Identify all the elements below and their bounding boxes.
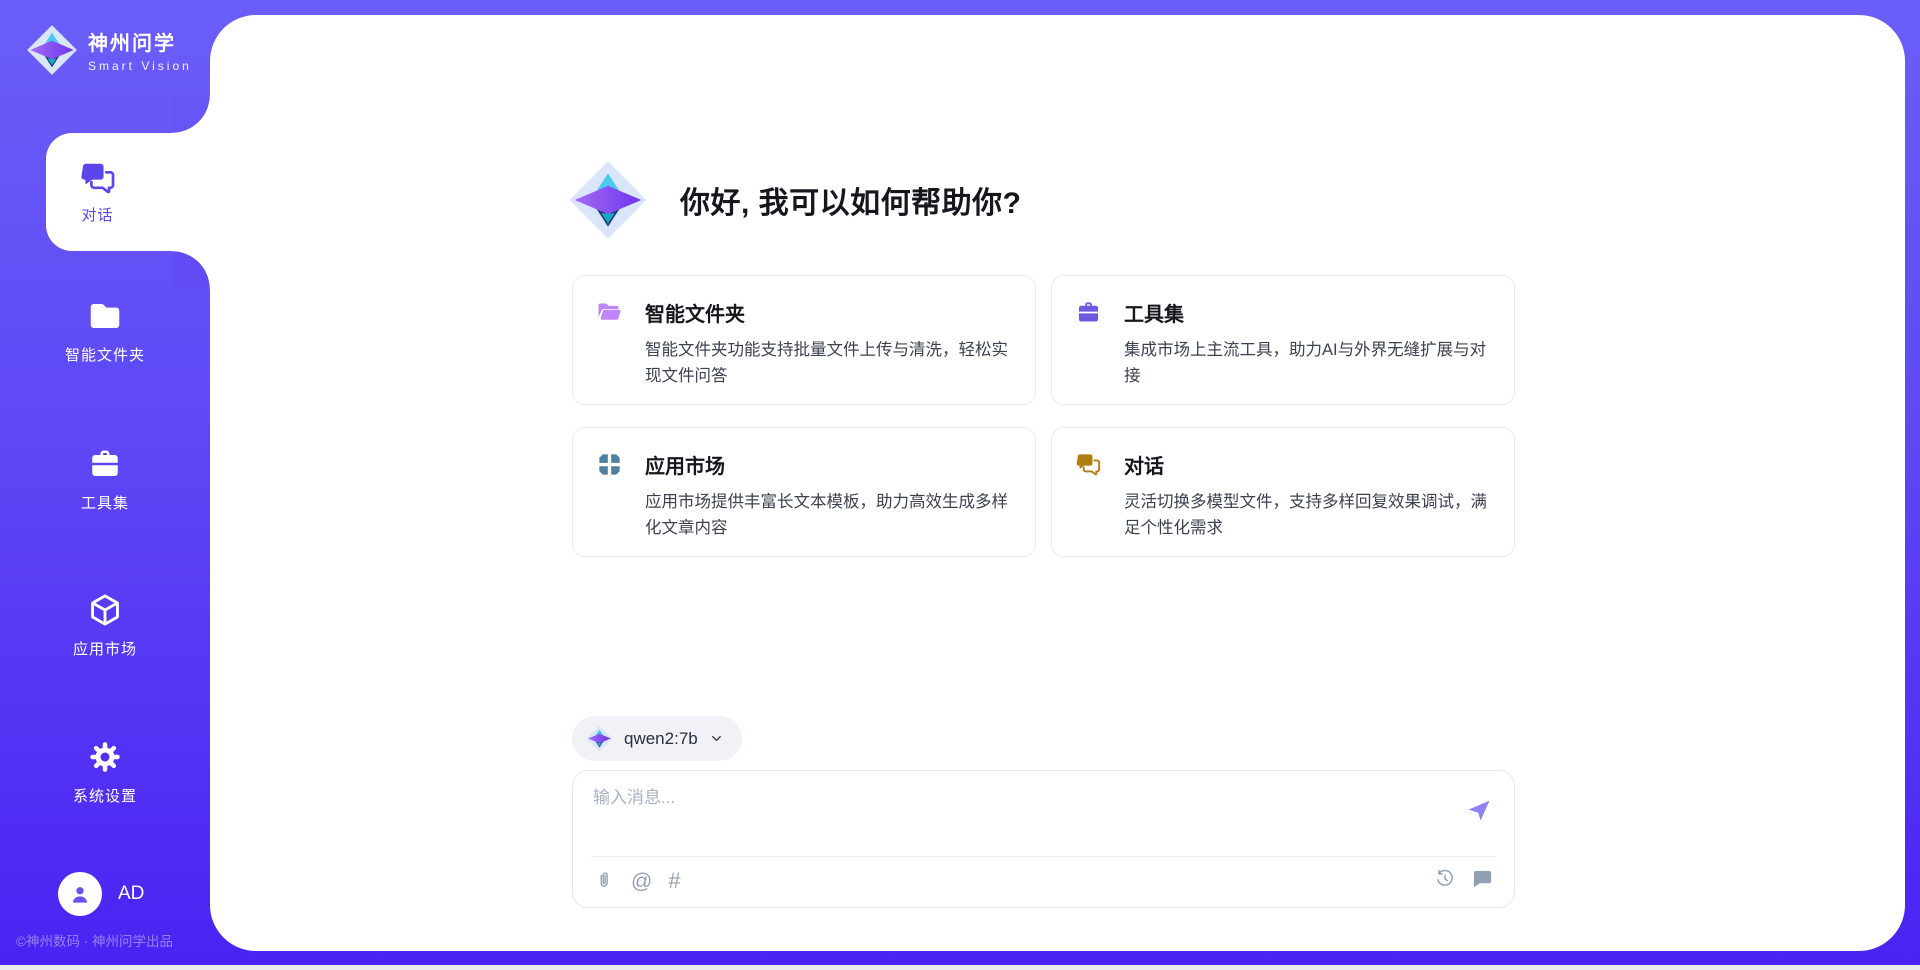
card-description: 灵活切换多模型文件，支持多样回复效果调试，满足个性化需求 xyxy=(1124,489,1494,541)
composer-divider xyxy=(591,856,1496,857)
composer-toolbar: @ # xyxy=(593,868,681,894)
composer-right-toolbar xyxy=(1434,867,1494,895)
card-app-market[interactable]: 应用市场 应用市场提供丰富长文本模板，助力高效生成多样化文章内容 xyxy=(572,427,1036,557)
card-title: 应用市场 xyxy=(645,450,725,479)
sidebar-item-chat[interactable]: 对话 xyxy=(46,133,211,251)
mention-icon[interactable]: @ xyxy=(631,871,652,892)
sidebar-item-label: 应用市场 xyxy=(73,638,137,659)
message-composer: @ # xyxy=(572,770,1515,908)
sidebar-item-app-market[interactable]: 应用市场 xyxy=(0,592,210,659)
model-name: qwen2:7b xyxy=(624,729,698,749)
toolbox-icon xyxy=(87,446,123,482)
tab-fillet-bottom xyxy=(172,251,211,289)
model-diamond-icon xyxy=(586,724,613,753)
greeting-text: 你好, 我可以如何帮助你? xyxy=(680,178,1022,222)
copyright-text: ©神州数码 · 神州问学出品 xyxy=(16,930,173,950)
tab-fillet-top xyxy=(172,95,211,133)
brand-name: 神州问学 xyxy=(88,27,192,56)
card-title: 对话 xyxy=(1124,450,1164,479)
sidebar-item-label: 智能文件夹 xyxy=(65,344,145,365)
history-icon[interactable] xyxy=(1434,868,1456,895)
send-icon[interactable] xyxy=(1465,796,1493,824)
card-description: 智能文件夹功能支持批量文件上传与清洗，轻松实现文件问答 xyxy=(645,337,1015,389)
toolbox-icon xyxy=(1075,299,1102,326)
main-panel: 你好, 我可以如何帮助你? 智能文件夹 智能文件夹功能支持批量文件上传与清洗，轻… xyxy=(210,15,1905,951)
card-title: 智能文件夹 xyxy=(645,298,745,327)
card-description: 集成市场上主流工具，助力AI与外界无缝扩展与对接 xyxy=(1124,337,1494,389)
cube-icon xyxy=(87,592,123,628)
bottom-strip xyxy=(0,965,1920,970)
chat-bubbles-icon xyxy=(1075,451,1102,478)
folder-open-icon xyxy=(596,299,623,326)
sidebar-item-settings[interactable]: 系统设置 xyxy=(0,739,210,806)
sidebar-item-label: 系统设置 xyxy=(73,785,137,806)
sidebar-item-toolset[interactable]: 工具集 xyxy=(0,446,210,513)
card-title: 工具集 xyxy=(1124,298,1184,327)
greeting-diamond-icon xyxy=(568,157,648,243)
greeting: 你好, 我可以如何帮助你? xyxy=(568,157,1022,243)
folder-icon xyxy=(87,298,123,334)
feature-cards: 智能文件夹 智能文件夹功能支持批量文件上传与清洗，轻松实现文件问答 工具集 集成… xyxy=(572,275,1515,557)
sidebar: 神州问学 Smart Vision 对话 智能文件夹 xyxy=(0,0,210,970)
app-root: 神州问学 Smart Vision 对话 智能文件夹 xyxy=(0,0,1920,970)
user-name: AD xyxy=(118,883,144,905)
sidebar-item-label: 对话 xyxy=(81,204,113,225)
attach-file-icon[interactable] xyxy=(593,868,615,894)
brand-logo: 神州问学 Smart Vision xyxy=(26,24,192,76)
model-selector[interactable]: qwen2:7b xyxy=(572,716,742,761)
person-icon xyxy=(67,881,93,907)
message-input[interactable] xyxy=(593,788,1413,808)
chat-bubble-filled-icon[interactable] xyxy=(1471,867,1494,895)
card-description: 应用市场提供丰富长文本模板，助力高效生成多样化文章内容 xyxy=(645,489,1015,541)
sidebar-item-smart-folder[interactable]: 智能文件夹 xyxy=(0,298,210,365)
card-toolset[interactable]: 工具集 集成市场上主流工具，助力AI与外界无缝扩展与对接 xyxy=(1051,275,1515,405)
gear-icon xyxy=(87,739,123,775)
chevron-down-icon xyxy=(709,731,724,746)
brand-subtitle: Smart Vision xyxy=(88,59,192,73)
card-smart-folder[interactable]: 智能文件夹 智能文件夹功能支持批量文件上传与清洗，轻松实现文件问答 xyxy=(572,275,1036,405)
chat-bubbles-icon xyxy=(79,159,117,197)
hashtag-icon[interactable]: # xyxy=(668,870,680,892)
sidebar-item-label: 工具集 xyxy=(81,492,129,513)
avatar xyxy=(58,872,102,916)
grid-tiles-icon xyxy=(596,451,623,478)
card-chat[interactable]: 对话 灵活切换多模型文件，支持多样回复效果调试，满足个性化需求 xyxy=(1051,427,1515,557)
user-account[interactable]: AD xyxy=(58,872,144,916)
brand-diamond-icon xyxy=(26,24,78,76)
